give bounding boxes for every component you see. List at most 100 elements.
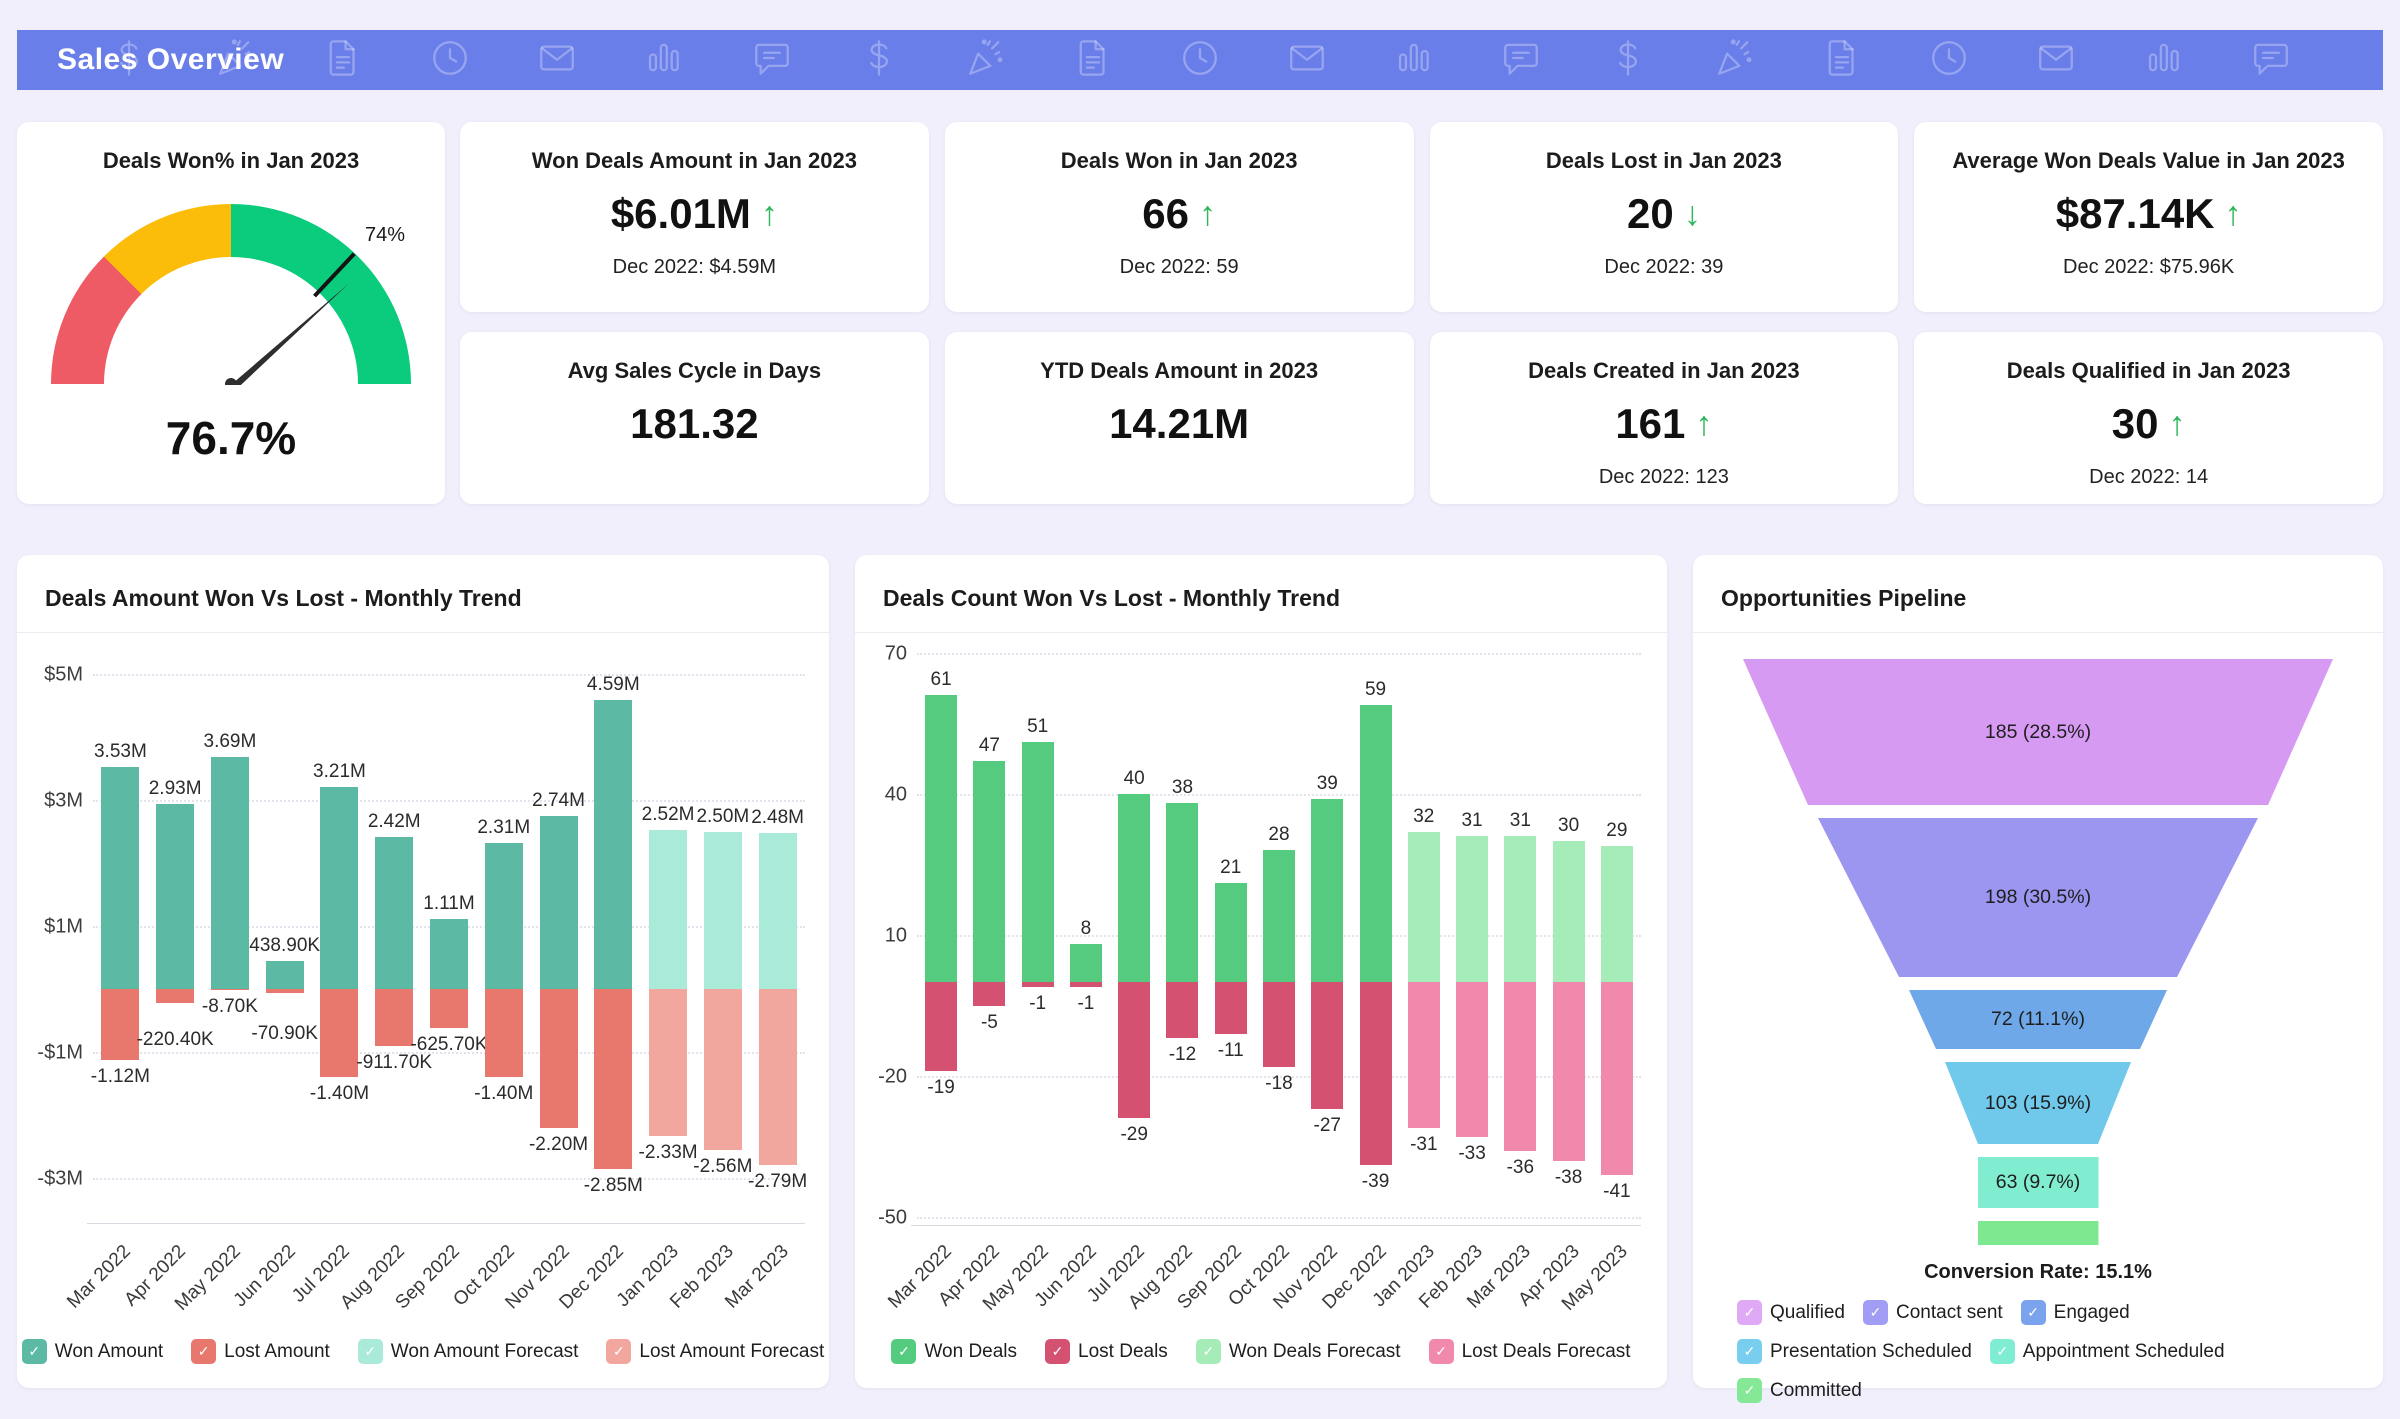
won-bar-May-2022[interactable] [210,756,249,989]
legend-checkbox-icon[interactable]: ✓ [891,1339,917,1364]
bar-value-label: 29 [1606,819,1628,841]
lost-bar-Sep-2022[interactable] [1214,982,1247,1034]
won-bar-May-2022[interactable] [1021,742,1054,982]
lost-bar-Dec-2022[interactable] [1359,982,1392,1166]
legend-item-contact-sent[interactable]: ✓ Contact sent [1863,1300,2003,1325]
won-bar-Apr-2022[interactable] [156,804,195,989]
legend-checkbox-icon[interactable]: ✓ [1195,1339,1221,1364]
won-bar-Jan-2023[interactable] [649,830,688,989]
legend-item-lost-amount-forecast[interactable]: ✓ Lost Amount Forecast [606,1339,824,1364]
lost-bar-Jul-2022[interactable] [320,989,359,1078]
legend-checkbox-icon[interactable]: ✓ [357,1339,383,1364]
bar-chart-icon [2143,37,2185,84]
won-bar-Oct-2022[interactable] [484,843,523,989]
legend-checkbox-icon[interactable]: ✓ [1737,1378,1762,1403]
won-bar-Oct-2022[interactable] [1263,850,1295,982]
legend-item-won-amount[interactable]: ✓ Won Amount [21,1339,163,1364]
won-bar-May-2023[interactable] [1600,845,1633,982]
kpi-title: Deals Qualified in Jan 2023 [2006,358,2291,383]
lost-bar-Mar-2023[interactable] [758,989,797,1165]
lost-bar-Aug-2022[interactable] [375,989,414,1047]
legend-checkbox-icon[interactable]: ✓ [1737,1339,1762,1364]
won-bar-Sep-2022[interactable] [1214,883,1247,982]
legend-item-lost-deals[interactable]: ✓ Lost Deals [1045,1339,1168,1364]
funnel-stage-qualified[interactable]: 185 (28.5%) [1743,659,2333,805]
lost-bar-Mar-2022[interactable] [925,982,958,1072]
lost-bar-May-2023[interactable] [1600,982,1633,1175]
lost-bar-May-2022[interactable] [210,989,249,990]
lost-bar-Apr-2023[interactable] [1552,982,1585,1161]
won-bar-Aug-2022[interactable] [1166,803,1199,982]
lost-bar-Mar-2023[interactable] [1504,982,1537,1152]
won-bar-Nov-2022[interactable] [1311,798,1344,982]
lost-bar-Oct-2022[interactable] [1263,982,1295,1067]
lost-bar-Apr-2022[interactable] [973,982,1006,1006]
won-bar-Feb-2023[interactable] [703,831,742,989]
lost-bar-Dec-2022[interactable] [594,989,633,1169]
lost-bar-Jun-2022[interactable] [265,989,304,994]
won-bar-Mar-2023[interactable] [758,832,797,989]
lost-bar-May-2022[interactable] [1021,982,1054,987]
legend-checkbox-icon[interactable]: ✓ [1428,1339,1454,1364]
won-bar-Jun-2022[interactable] [1069,944,1102,982]
legend-checkbox-icon[interactable]: ✓ [191,1339,217,1364]
legend-checkbox-icon[interactable]: ✓ [21,1339,47,1364]
won-bar-Dec-2022[interactable] [594,699,633,989]
legend-item-committed[interactable]: ✓ Committed [1737,1378,1862,1403]
legend-item-won-deals-forecast[interactable]: ✓ Won Deals Forecast [1195,1339,1401,1364]
legend-checkbox-icon[interactable]: ✓ [606,1339,632,1364]
legend-item-qualified[interactable]: ✓ Qualified [1737,1300,1845,1325]
lost-bar-Feb-2023[interactable] [703,989,742,1151]
legend-item-won-deals[interactable]: ✓ Won Deals [891,1339,1017,1364]
lost-bar-Sep-2022[interactable] [430,989,468,1029]
lost-bar-Nov-2022[interactable] [1311,982,1344,1109]
lost-bar-Jan-2023[interactable] [649,989,688,1136]
legend-item-appointment-scheduled[interactable]: ✓ Appointment Scheduled [1989,1339,2225,1364]
legend-checkbox-icon[interactable]: ✓ [1045,1339,1071,1364]
funnel-stage-engaged[interactable]: 72 (11.1%) [1909,990,2167,1049]
funnel-stage-presentation-scheduled[interactable]: 103 (15.9%) [1945,1062,2131,1144]
won-bar-Jan-2023[interactable] [1407,831,1440,982]
funnel-stage-contact-sent[interactable]: 198 (30.5%) [1818,818,2258,977]
legend-checkbox-icon[interactable]: ✓ [1989,1339,2015,1364]
won-bar-Nov-2022[interactable] [539,816,578,989]
legend-label: Appointment Scheduled [2022,1340,2225,1362]
legend-item-engaged[interactable]: ✓ Engaged [2020,1300,2130,1325]
won-bar-Mar-2022[interactable] [101,766,140,989]
lost-bar-Jun-2022[interactable] [1069,982,1102,987]
won-bar-Aug-2022[interactable] [375,836,414,989]
bar-value-label: -39 [1361,1171,1390,1193]
kpi-compare-value: Dec 2022: 39 [1604,256,1724,279]
won-bar-Sep-2022[interactable] [430,919,468,989]
funnel-stage-appointment-scheduled[interactable]: 63 (9.7%) [1977,1157,2099,1208]
won-bar-Apr-2023[interactable] [1552,841,1585,982]
funnel-stage-committed[interactable] [1977,1221,2099,1245]
won-bar-Jul-2022[interactable] [320,786,359,989]
won-bar-Jul-2022[interactable] [1118,794,1151,982]
won-bar-Feb-2023[interactable] [1456,836,1489,982]
lost-bar-Jan-2023[interactable] [1407,982,1440,1128]
kpi-title: YTD Deals Amount in 2023 [1040,358,1319,383]
legend-checkbox-icon[interactable]: ✓ [2020,1300,2046,1325]
kpi-value: 66 [1142,190,1189,238]
legend-item-presentation-scheduled[interactable]: ✓ Presentation Scheduled [1737,1339,1972,1364]
won-bar-Apr-2022[interactable] [973,761,1006,982]
legend-item-won-amount-forecast[interactable]: ✓ Won Amount Forecast [357,1339,578,1364]
lost-bar-Apr-2022[interactable] [156,989,195,1003]
bar-value-label: -19 [927,1077,955,1099]
lost-bar-Feb-2023[interactable] [1456,982,1489,1138]
lost-bar-Jul-2022[interactable] [1118,982,1151,1119]
won-bar-Jun-2022[interactable] [265,961,304,989]
legend-item-lost-deals-forecast[interactable]: ✓ Lost Deals Forecast [1428,1339,1631,1364]
lost-bar-Nov-2022[interactable] [539,989,578,1128]
legend-checkbox-icon[interactable]: ✓ [1737,1300,1762,1325]
lost-bar-Mar-2022[interactable] [101,989,140,1060]
legend-item-lost-amount[interactable]: ✓ Lost Amount [191,1339,330,1364]
won-bar-Mar-2022[interactable] [925,695,958,982]
bar-value-label: 39 [1316,772,1338,794]
won-bar-Mar-2023[interactable] [1504,836,1537,982]
legend-checkbox-icon[interactable]: ✓ [1863,1300,1888,1325]
lost-bar-Aug-2022[interactable] [1166,982,1199,1039]
won-bar-Dec-2022[interactable] [1359,704,1392,982]
lost-bar-Oct-2022[interactable] [484,989,523,1078]
